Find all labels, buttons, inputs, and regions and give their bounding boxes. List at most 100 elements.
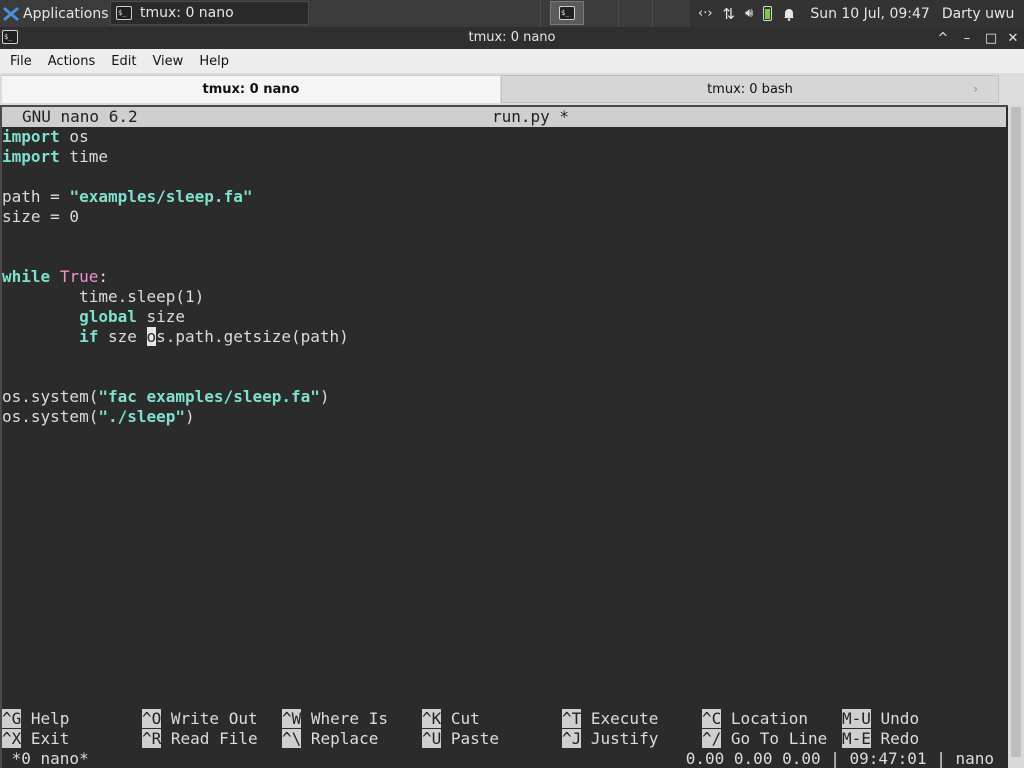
shortcut-key: M-U	[842, 709, 871, 728]
tab-label: tmux: 0 bash	[707, 81, 793, 97]
nano-filename: run.py *	[492, 107, 570, 126]
code-line[interactable]	[2, 167, 1006, 187]
panel-separator	[540, 0, 541, 27]
network-icon[interactable]: ‹·›	[698, 0, 713, 27]
code-token: os.system(	[2, 387, 99, 406]
menu-edit[interactable]: Edit	[103, 49, 144, 73]
close-button[interactable]: ✕	[1004, 29, 1022, 47]
minimize-button[interactable]: –	[958, 29, 976, 47]
applications-menu-button[interactable]: Applications ☰	[0, 0, 110, 27]
tab-bar: tmux: 0 nano tmux: 0 bash ›	[0, 73, 1024, 105]
window-titlebar[interactable]: $_ tmux: 0 nano ^ – □ ✕	[0, 27, 1024, 49]
code-line[interactable]	[2, 347, 1006, 367]
shortcut-key: ^X	[2, 729, 22, 748]
shortcut-label: Location	[721, 709, 808, 728]
code-line[interactable]: os.system("./sleep")	[2, 407, 1006, 427]
code-line[interactable]	[2, 227, 1006, 247]
nano-shortcut-write-out[interactable]: ^O Write Out	[142, 709, 258, 729]
shortcut-key: M-E	[842, 729, 871, 748]
code-line[interactable]	[2, 247, 1006, 267]
terminal-scrollbar[interactable]	[1008, 105, 1024, 768]
shortcut-label: Replace	[301, 729, 379, 748]
shortcut-label: Write Out	[161, 709, 258, 728]
code-token: global	[79, 307, 137, 326]
menu-help[interactable]: Help	[191, 49, 237, 73]
battery-icon[interactable]	[763, 0, 773, 27]
code-token: )	[319, 387, 330, 406]
shortcut-key: ^T	[562, 709, 582, 728]
shortcut-label: Justify	[581, 729, 659, 748]
transfer-icon[interactable]: ⇅	[723, 0, 736, 27]
code-line[interactable]	[2, 367, 1006, 387]
panel-user-menu[interactable]: Darty uwu	[942, 6, 1015, 22]
nano-shortcut-replace[interactable]: ^\ Replace	[282, 729, 378, 749]
nano-shortcut-help[interactable]: ^G Help	[2, 709, 69, 729]
code-token: path =	[2, 187, 70, 206]
shortcut-label: Go To Line	[721, 729, 828, 748]
shortcut-label: Where Is	[301, 709, 388, 728]
code-line[interactable]: time.sleep(1)	[2, 287, 1006, 307]
tmux-window-list[interactable]: *0 nano*	[2, 749, 89, 768]
tab-label: tmux: 0 nano	[202, 82, 300, 97]
menu-actions[interactable]: Actions	[40, 49, 104, 73]
nano-shortcut-execute[interactable]: ^T Execute	[562, 709, 658, 729]
shortcut-label: Undo	[870, 709, 920, 728]
code-token: )	[185, 407, 195, 426]
shortcut-key: ^C	[702, 709, 722, 728]
shortcut-key: ^O	[142, 709, 162, 728]
tab-tmux-nano[interactable]: tmux: 0 nano	[2, 75, 500, 103]
shortcut-label: Execute	[581, 709, 659, 728]
panel-clock[interactable]: Sun 10 Jul, 09:47	[810, 6, 930, 22]
code-token: size	[136, 307, 186, 326]
shortcut-key: ^G	[2, 709, 22, 728]
code-token: if	[79, 327, 99, 346]
code-line[interactable]: size = 0	[2, 207, 1006, 227]
maximize-button[interactable]: □	[982, 29, 1000, 47]
nano-shortcut-go-to-line[interactable]: ^/ Go To Line	[702, 729, 827, 749]
code-token: import	[2, 147, 60, 166]
shortcut-label: Help	[21, 709, 70, 728]
code-line[interactable]: import time	[2, 147, 1006, 167]
nano-shortcut-exit[interactable]: ^X Exit	[2, 729, 69, 749]
applications-label: Applications	[23, 5, 109, 22]
workspace-switcher-1[interactable]: $_	[550, 1, 584, 25]
tab-scroll-right-icon[interactable]: ›	[973, 82, 978, 96]
nano-shortcut-redo[interactable]: M-E Redo	[842, 729, 919, 749]
shortcut-key: ^U	[422, 729, 442, 748]
shortcut-key: ^K	[422, 709, 442, 728]
shade-button[interactable]: ^	[934, 29, 952, 47]
scrollbar-thumb[interactable]	[1011, 107, 1021, 757]
code-line[interactable]: import os	[2, 127, 1006, 147]
top-panel: Applications ☰ $_ tmux: 0 nano $_ ‹·› ⇅ …	[0, 0, 1024, 27]
tab-tmux-bash[interactable]: tmux: 0 bash ›	[501, 75, 999, 103]
shortcut-key: ^\	[282, 729, 302, 748]
shortcut-label: Paste	[441, 729, 500, 748]
code-line[interactable]: path = "examples/sleep.fa"	[2, 187, 1006, 207]
panel-separator	[652, 0, 653, 27]
terminal-view[interactable]: GNU nano 6.2 run.py * import os import ti…	[0, 105, 1008, 768]
shortcut-key: ^/	[702, 729, 722, 748]
code-token: time.sleep(1)	[2, 287, 205, 306]
menu-file[interactable]: File	[2, 49, 40, 73]
nano-shortcut-paste[interactable]: ^U Paste	[422, 729, 499, 749]
code-token: os.system(	[2, 407, 99, 426]
code-line[interactable]: if sze os.path.getsize(path)	[2, 327, 1006, 347]
notification-bell-icon[interactable]	[782, 0, 796, 27]
code-line[interactable]: while True:	[2, 267, 1006, 287]
nano-shortcut-justify[interactable]: ^J Justify	[562, 729, 658, 749]
code-token: sze	[98, 327, 147, 346]
taskbar-item-tmux-nano[interactable]: $_ tmux: 0 nano	[110, 1, 309, 25]
nano-shortcut-undo[interactable]: M-U Undo	[842, 709, 919, 729]
code-line[interactable]: global size	[2, 307, 1006, 327]
nano-shortcut-where-is[interactable]: ^W Where Is	[282, 709, 388, 729]
menu-view[interactable]: View	[144, 49, 191, 73]
nano-shortcut-location[interactable]: ^C Location	[702, 709, 808, 729]
code-token: import	[2, 127, 60, 146]
shortcut-key: ^J	[562, 729, 582, 748]
code-token: "examples/sleep.fa"	[69, 187, 253, 206]
nano-shortcut-cut[interactable]: ^K Cut	[422, 709, 480, 729]
volume-icon[interactable]: 🔊︎	[745, 0, 753, 27]
code-line[interactable]: os.system("fac examples/sleep.fa")	[2, 387, 1006, 407]
nano-shortcut-read-file[interactable]: ^R Read File	[142, 729, 258, 749]
